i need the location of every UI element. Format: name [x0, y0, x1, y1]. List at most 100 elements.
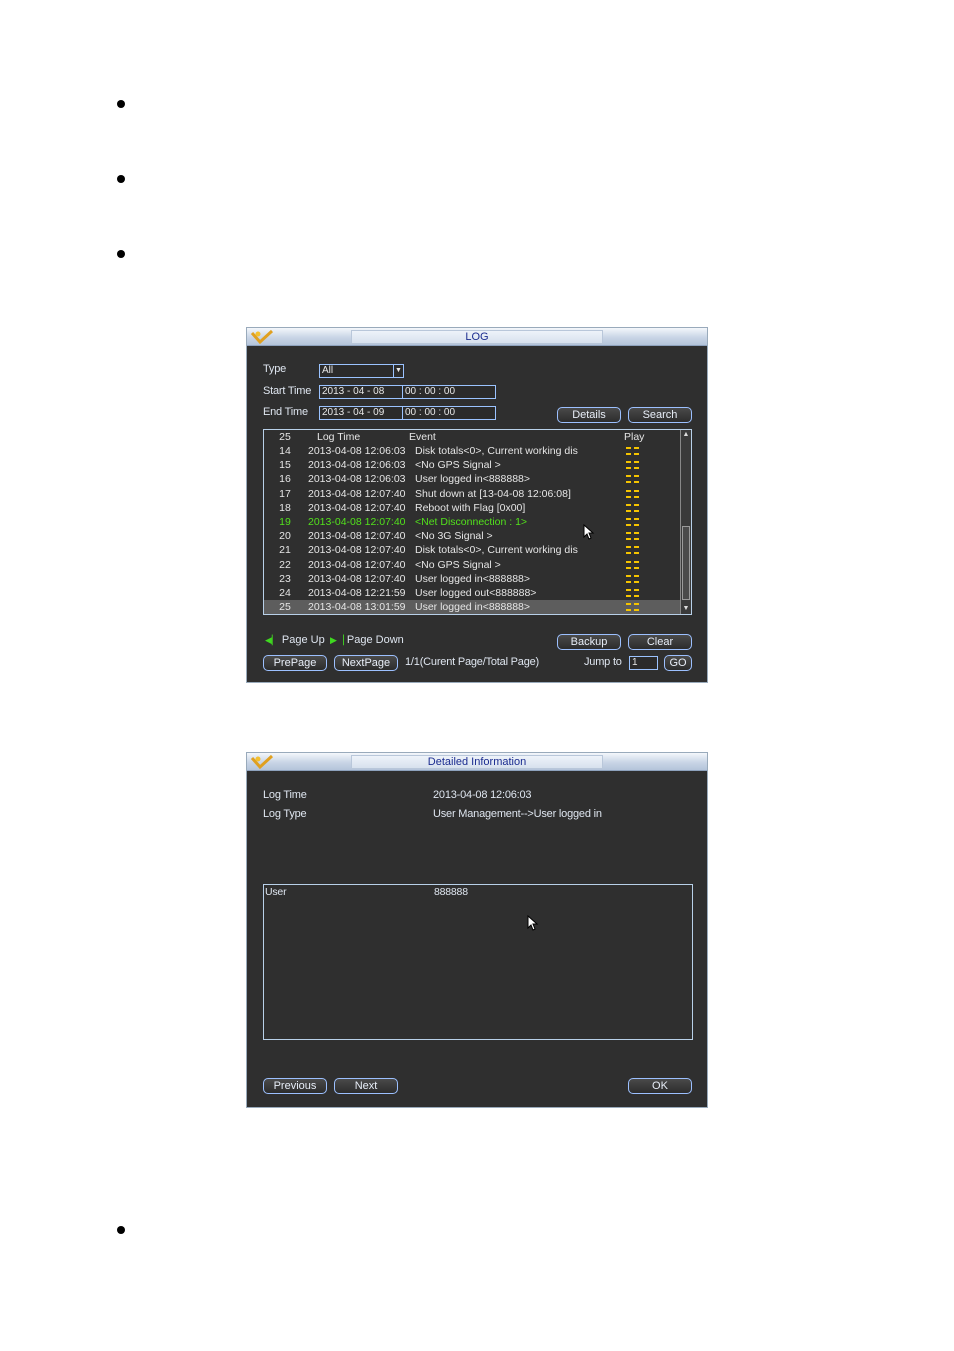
title-bar: LOG [247, 328, 707, 346]
row-log-time: 2013-04-08 12:21:59 [308, 587, 406, 599]
row-event: Disk totals<0>, Current working dis [415, 445, 578, 457]
table-row[interactable]: 19 2013-04-08 12:07:40 <Net Disconnection … [264, 515, 680, 529]
row-event: Shut down at [13-04-08 12:06:08] [415, 487, 571, 500]
type-label: Type [263, 363, 287, 375]
play-icon[interactable] [626, 447, 639, 455]
search-button[interactable]: Search [628, 407, 692, 423]
row-event: User logged in<888888> [415, 473, 531, 486]
row-log-time: 2013-04-08 12:07:40 [308, 487, 406, 500]
row-number: 16 [279, 473, 291, 486]
end-date-field[interactable]: 2013 - 04 - 09 [319, 406, 403, 420]
column-header-play: Play [624, 431, 645, 443]
row-event: <No GPS Signal > [415, 558, 501, 571]
row-log-time: 2013-04-08 12:07:40 [308, 530, 406, 543]
table-row[interactable]: 23 2013-04-08 12:07:40 User logged in<8888… [264, 572, 680, 586]
row-event: User logged out<888888> [415, 587, 537, 599]
app-logo-icon [250, 329, 274, 345]
table-row[interactable]: 21 2013-04-08 12:07:40 Disk totals<0>, Cur… [264, 543, 680, 557]
log-time-label: Log Time [263, 789, 307, 801]
nextpage-button[interactable]: NextPage [334, 655, 398, 671]
page-down-icon: ▶▕ [330, 635, 344, 645]
column-header-count: 25 [279, 431, 291, 443]
end-time-value: 00 : 00 : 00 [405, 407, 456, 418]
row-number: 18 [279, 501, 291, 514]
table-row[interactable]: 14 2013-04-08 12:06:03 Disk totals<0>, Cur… [264, 444, 680, 458]
row-log-time: 2013-04-08 12:07:40 [308, 516, 406, 528]
row-number: 25 [279, 601, 291, 614]
page-down-control[interactable]: ▶▕ Page Down [330, 634, 404, 646]
start-time-label: Start Time [263, 385, 312, 397]
row-event: Disk totals<0>, Current working dis [415, 544, 578, 557]
start-date-value: 2013 - 04 - 08 [322, 386, 385, 397]
start-date-field[interactable]: 2013 - 04 - 08 [319, 385, 403, 399]
user-label: User [265, 886, 287, 898]
table-row[interactable]: 18 2013-04-08 12:07:40 Reboot with Flag [0… [264, 501, 680, 515]
type-select-value: All [322, 365, 334, 376]
row-event: User logged in<888888> [415, 572, 531, 585]
mouse-cursor-icon [583, 524, 595, 540]
play-icon[interactable] [626, 574, 639, 583]
next-button[interactable]: Next [334, 1078, 398, 1094]
detail-box: User 888888 [263, 884, 693, 1040]
row-event: <No GPS Signal > [415, 459, 501, 472]
play-icon[interactable] [626, 603, 639, 612]
details-button[interactable]: Details [557, 407, 621, 423]
user-value: 888888 [434, 886, 468, 898]
go-button[interactable]: GO [664, 655, 692, 671]
start-time-value: 00 : 00 : 00 [405, 386, 456, 397]
play-icon[interactable] [626, 461, 639, 470]
play-icon[interactable] [626, 489, 639, 498]
scrollbar-thumb[interactable] [682, 526, 690, 600]
play-icon[interactable] [626, 560, 639, 569]
chevron-down-icon[interactable]: ▼ [393, 365, 403, 377]
play-icon[interactable] [626, 503, 639, 512]
log-time-value: 2013-04-08 12:06:03 [433, 789, 532, 801]
log-type-value: User Management-->User logged in [433, 808, 602, 820]
title-bar: Detailed Information [247, 753, 707, 771]
scroll-down-icon[interactable]: ▼ [681, 604, 691, 614]
play-icon[interactable] [626, 589, 639, 597]
page-up-control[interactable]: ◀▏ Page Up [265, 634, 325, 646]
prepage-button[interactable]: PrePage [263, 655, 327, 671]
table-row[interactable]: 16 2013-04-08 12:06:03 User logged in<8888… [264, 472, 680, 486]
column-header-log-time: Log Time [317, 431, 361, 443]
clear-button[interactable]: Clear [628, 634, 692, 650]
scrollbar[interactable]: ▲ ▼ [680, 430, 691, 614]
bullet-point [117, 250, 125, 258]
previous-button[interactable]: Previous [263, 1078, 327, 1094]
table-header: 25 Log Time Event Play [264, 430, 680, 444]
table-row[interactable]: 24 2013-04-08 12:21:59 User logged out<888… [264, 586, 680, 600]
bullet-point [117, 175, 125, 183]
row-log-time: 2013-04-08 12:06:03 [308, 445, 406, 457]
end-time-label: End Time [263, 406, 308, 418]
table-row[interactable]: 17 2013-04-08 12:07:40 Shut down at [13-04… [264, 487, 680, 501]
row-number: 22 [279, 558, 291, 571]
mouse-cursor-icon [527, 915, 539, 931]
type-select[interactable]: All ▼ [319, 364, 404, 378]
start-time-field[interactable]: 00 : 00 : 00 [402, 385, 496, 399]
table-row[interactable]: 22 2013-04-08 12:07:40 <No GPS Signal > [264, 558, 680, 572]
scroll-up-icon[interactable]: ▲ [681, 430, 691, 440]
table-row[interactable]: 25 2013-04-08 13:01:59 User logged in<8888… [264, 600, 680, 615]
row-number: 14 [279, 445, 291, 457]
page-info: 1/1(Curent Page/Total Page) [405, 656, 540, 668]
row-event: <No 3G Signal > [415, 530, 493, 543]
row-log-time: 2013-04-08 12:07:40 [308, 544, 406, 557]
play-icon[interactable] [626, 475, 639, 484]
table-row[interactable]: 20 2013-04-08 12:07:40 <No 3G Signal > [264, 529, 680, 543]
ok-button[interactable]: OK [628, 1078, 692, 1094]
row-number: 17 [279, 487, 291, 500]
row-log-time: 2013-04-08 12:07:40 [308, 558, 406, 571]
log-table: 25 Log Time Event Play 14 2013-04-08 12:0… [263, 429, 692, 615]
play-icon[interactable] [626, 532, 639, 541]
backup-button[interactable]: Backup [557, 634, 621, 650]
page-down-label: Page Down [346, 634, 404, 646]
window-title: LOG [351, 330, 603, 344]
play-icon[interactable] [626, 518, 639, 526]
play-icon[interactable] [626, 546, 639, 555]
table-row[interactable]: 15 2013-04-08 12:06:03 <No GPS Signal > [264, 458, 680, 472]
end-date-value: 2013 - 04 - 09 [322, 407, 385, 418]
row-log-time: 2013-04-08 12:06:03 [308, 473, 406, 486]
jump-to-input[interactable]: 1 [629, 656, 658, 670]
end-time-field[interactable]: 00 : 00 : 00 [402, 406, 496, 420]
